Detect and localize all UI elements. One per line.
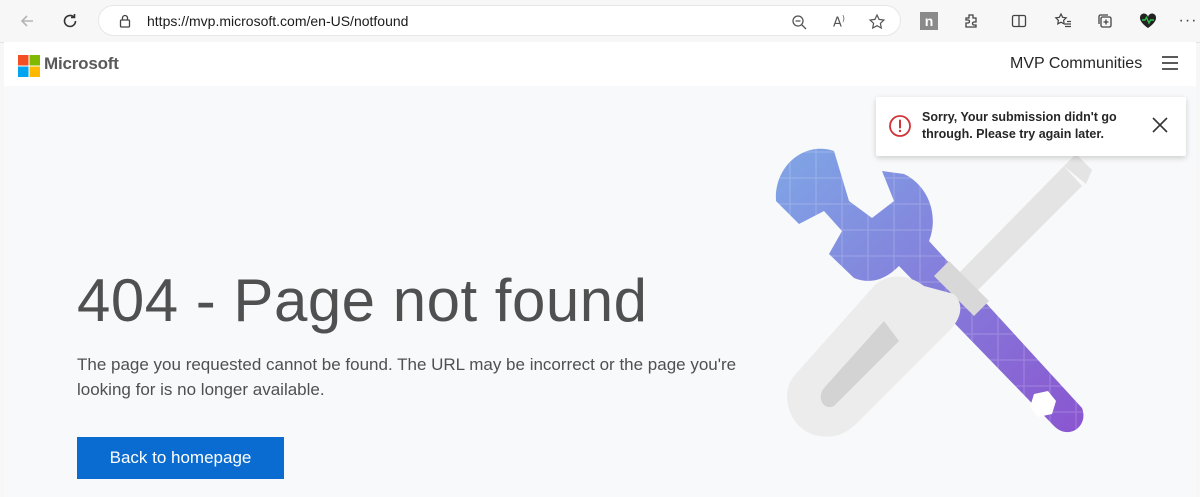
health-extension-icon[interactable] (1137, 10, 1159, 32)
brand-name[interactable]: Microsoft (44, 54, 119, 74)
favorites-icon[interactable] (1052, 10, 1074, 32)
browser-toolbar: https://mvp.microsoft.com/en-US/notfound… (0, 0, 1200, 43)
wrench-screwdriver-illustration-icon (775, 148, 1092, 437)
collections-icon[interactable] (1094, 10, 1116, 32)
zoom-out-icon[interactable] (788, 11, 810, 33)
site-header: Microsoft MVP Communities (4, 42, 1196, 86)
back-to-homepage-button[interactable]: Back to homepage (77, 437, 284, 479)
page-description: The page you requested cannot be found. … (77, 355, 737, 399)
refresh-icon[interactable] (55, 6, 85, 36)
address-bar[interactable]: https://mvp.microsoft.com/en-US/notfound… (98, 5, 901, 36)
favorite-star-icon[interactable] (866, 11, 888, 33)
error-toast: Sorry, Your submission didn't go through… (876, 97, 1186, 156)
hamburger-menu-icon[interactable] (1162, 56, 1178, 70)
extensions-icon[interactable] (960, 10, 982, 32)
lock-icon[interactable] (117, 13, 133, 29)
back-icon[interactable] (12, 6, 42, 36)
url-text[interactable]: https://mvp.microsoft.com/en-US/notfound (147, 13, 408, 29)
microsoft-logo-icon[interactable] (18, 55, 40, 77)
read-aloud-icon[interactable]: A) (828, 11, 850, 33)
n-extension-icon[interactable]: n (918, 10, 940, 32)
toast-message: Sorry, Your submission didn't go through… (922, 110, 1117, 141)
error-icon (889, 115, 911, 137)
page-title: 404 - Page not found (77, 267, 648, 334)
mvp-communities-link[interactable]: MVP Communities (1010, 55, 1142, 73)
close-icon[interactable] (1151, 116, 1169, 134)
more-icon[interactable]: ··· (1177, 10, 1199, 32)
split-screen-icon[interactable] (1008, 10, 1030, 32)
